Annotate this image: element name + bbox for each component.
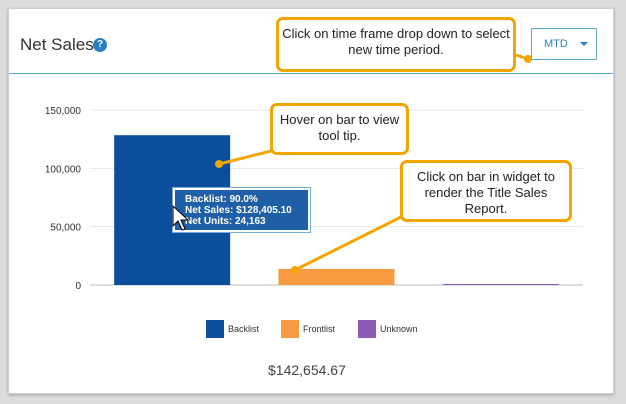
callout-dot [524,55,532,63]
legend-swatch-frontlist [281,320,299,338]
y-tick-label: 100,000 [45,164,82,175]
tooltip-net-sales: Net Sales: $128,405.10 [185,205,292,216]
bar-unknown[interactable] [442,284,559,285]
tooltip-share: Backlist: 90.0% [185,194,258,205]
y-tick-label: 0 [75,281,81,292]
callout-click: Click on bar in widget to render the Tit… [400,160,572,222]
legend-swatch-unknown [358,320,376,338]
bar-tooltip: Backlist: 90.0% Net Sales: $128,405.10 N… [173,188,310,232]
tooltip-net-units: Net Units: 24,163 [185,216,266,227]
legend-label-backlist: Backlist [228,324,260,334]
legend-label-frontlist: Frontlist [303,324,336,334]
legend-swatch-backlist [206,320,224,338]
callout-dot [215,160,223,168]
y-tick-label: 150,000 [45,106,82,117]
callout-hover: Hover on bar to view tool tip. [270,103,409,155]
callout-dot [291,266,299,274]
y-tick-label: 50,000 [50,223,81,234]
total-net-sales: $142,654.67 [268,362,346,378]
legend-label-unknown: Unknown [380,324,418,334]
callout-connector [294,213,406,272]
callout-timeframe: Click on time frame drop down to select … [276,17,516,72]
